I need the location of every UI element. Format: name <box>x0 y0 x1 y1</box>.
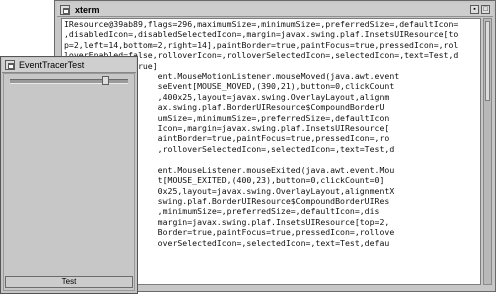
terminal-line: ,disabledIcon=,disabledSelectedIcon=,mar… <box>64 29 459 40</box>
window-menu-icon[interactable] <box>5 60 15 70</box>
minimize-icon[interactable]: ▪ <box>470 5 479 14</box>
tracer-content: Test <box>3 73 135 291</box>
slider-track[interactable] <box>10 76 128 85</box>
scrollbar-thumb[interactable] <box>485 21 490 101</box>
xterm-titlebar[interactable]: xterm ▪ □ <box>57 3 493 17</box>
xterm-title: xterm <box>75 4 100 15</box>
tracer-titlebar[interactable]: EventTracerTest <box>2 58 136 73</box>
event-tracer-window[interactable]: EventTracerTest Test <box>0 56 138 294</box>
tracer-title: EventTracerTest <box>19 60 85 70</box>
slider-thumb[interactable] <box>102 76 109 85</box>
terminal-scrollbar[interactable] <box>483 18 492 285</box>
test-button[interactable]: Test <box>5 276 133 288</box>
window-menu-icon[interactable] <box>60 4 70 15</box>
terminal-line: IResource@39ab89,flags=296,maximumSize=,… <box>64 19 459 29</box>
maximize-icon[interactable]: □ <box>481 5 490 14</box>
terminal-line: p=2,left=14,bottom=2,right=14],paintBord… <box>64 39 459 50</box>
